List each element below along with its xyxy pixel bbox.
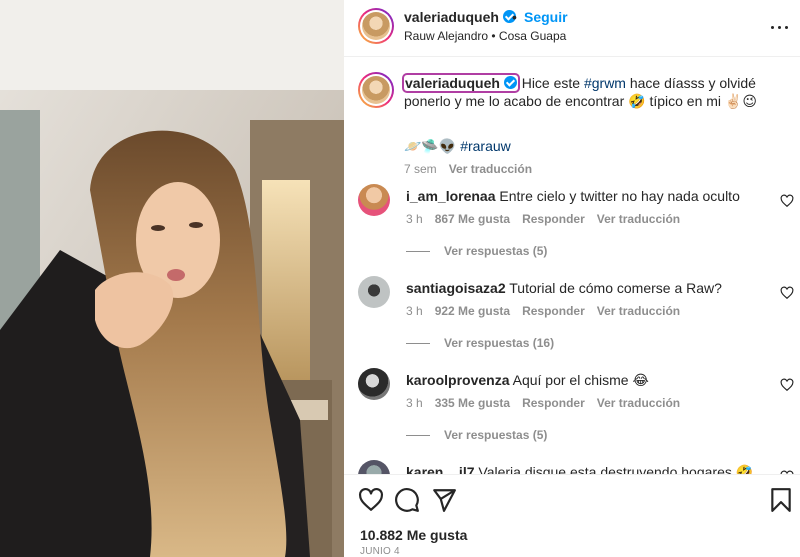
heart-icon[interactable]: [358, 487, 384, 513]
post-side-panel: valeriaduqueh • Seguir Rauw Alejandro • …: [344, 0, 800, 557]
comment-body: Aquí por el chisme 😂: [512, 372, 649, 388]
comment-username[interactable]: i_am_lorenaa: [406, 188, 496, 204]
comment-text: i_am_lorenaa Entre cielo y twitter no ha…: [406, 188, 766, 204]
translate-button[interactable]: Ver traducción: [597, 304, 680, 318]
author-avatar[interactable]: [358, 8, 394, 44]
hashtag-link[interactable]: #rarauw: [460, 138, 511, 154]
comment-avatar[interactable]: [358, 184, 390, 216]
post-header: valeriaduqueh • Seguir Rauw Alejandro • …: [344, 0, 800, 57]
caption-username[interactable]: valeriaduqueh: [402, 73, 520, 93]
comment-time[interactable]: 3 h: [406, 304, 423, 318]
translate-button[interactable]: Ver traducción: [597, 212, 680, 226]
comment-avatar[interactable]: [358, 368, 390, 400]
comment-item: karoolprovenza Aquí por el chisme 😂 3 h3…: [358, 368, 798, 460]
view-replies-button[interactable]: Ver respuestas (5): [406, 428, 547, 442]
hashtag-link[interactable]: #grwm: [584, 75, 626, 91]
comment-body: Tutorial de cómo comerse a Raw?: [509, 280, 722, 296]
caption-avatar[interactable]: [358, 72, 394, 108]
comment-avatar[interactable]: [358, 276, 390, 308]
comment-likes[interactable]: 922 Me gusta: [435, 304, 510, 318]
comment-username[interactable]: karoolprovenza: [406, 372, 509, 388]
view-replies-button[interactable]: Ver respuestas (5): [406, 244, 547, 258]
post-actions: 10.882 Me gusta JUNIO 4: [344, 474, 800, 557]
comment-likes[interactable]: 867 Me gusta: [435, 212, 510, 226]
post-media[interactable]: [0, 0, 344, 557]
reply-button[interactable]: Responder: [522, 212, 585, 226]
paper-plane-icon[interactable]: [431, 487, 457, 513]
comment-heart-icon[interactable]: [780, 194, 794, 208]
caption-meta: 7 sem Ver traducción: [404, 162, 532, 176]
comment-heart-icon[interactable]: [780, 378, 794, 392]
post-likes-count[interactable]: 10.882 Me gusta: [360, 527, 467, 543]
follow-button[interactable]: Seguir: [524, 9, 568, 25]
comments-section[interactable]: valeriaduqueh Hice este #grwm hace díass…: [344, 58, 800, 474]
caption-tags: 🪐🛸👽 #rarauw: [404, 138, 511, 155]
comment-heart-icon[interactable]: [780, 286, 794, 300]
caption-time[interactable]: 7 sem: [404, 162, 437, 176]
verified-badge-icon: [503, 76, 517, 89]
comment-icon[interactable]: [394, 487, 420, 513]
comment-username[interactable]: karen__il7: [406, 464, 475, 474]
comment-text: santiagoisaza2 Tutorial de cómo comerse …: [406, 280, 766, 296]
translate-button[interactable]: Ver traducción: [449, 162, 532, 176]
audio-track[interactable]: Rauw Alejandro • Cosa Guapa: [404, 29, 566, 43]
author-username[interactable]: valeriaduqueh: [404, 9, 516, 25]
comment-text: karen__il7 Valeria disque esta destruyen…: [406, 464, 766, 474]
separator-dot: •: [512, 9, 517, 25]
comment-meta: 3 h 867 Me gusta Responder Ver traducción: [406, 212, 692, 226]
post-date: JUNIO 4: [360, 546, 400, 557]
caption-text: valeriaduqueh Hice este #grwm hace díass…: [402, 73, 784, 110]
comment-meta: 3 h 335 Me gusta Responder Ver traducción: [406, 396, 692, 410]
view-replies-button[interactable]: Ver respuestas (16): [406, 336, 554, 350]
comment-item: karen__il7 Valeria disque esta destruyen…: [358, 460, 798, 474]
comment-time[interactable]: 3 h: [406, 212, 423, 226]
comment-likes[interactable]: 335 Me gusta: [435, 396, 510, 410]
comment-username[interactable]: santiagoisaza2: [406, 280, 506, 296]
comment-body: Entre cielo y twitter no hay nada oculto: [499, 188, 740, 204]
comment-item: i_am_lorenaa Entre cielo y twitter no ha…: [358, 184, 798, 276]
comment-text: karoolprovenza Aquí por el chisme 😂: [406, 372, 766, 389]
caption-emoji: 🪐🛸👽: [404, 138, 457, 154]
translate-button[interactable]: Ver traducción: [597, 396, 680, 410]
comment-avatar[interactable]: [358, 460, 390, 474]
comment-item: santiagoisaza2 Tutorial de cómo comerse …: [358, 276, 798, 368]
post-photo: [0, 0, 344, 557]
comment-body: Valeria disque esta destruyendo hogares …: [478, 464, 754, 474]
caption-text-part: Hice este: [517, 75, 584, 91]
comment-meta: 3 h 922 Me gusta Responder Ver traducción: [406, 304, 692, 318]
bookmark-icon[interactable]: [768, 487, 794, 513]
reply-button[interactable]: Responder: [522, 304, 585, 318]
reply-button[interactable]: Responder: [522, 396, 585, 410]
author-username-text[interactable]: valeriaduqueh: [404, 9, 499, 25]
more-options-icon[interactable]: [768, 16, 792, 40]
comment-time[interactable]: 3 h: [406, 396, 423, 410]
